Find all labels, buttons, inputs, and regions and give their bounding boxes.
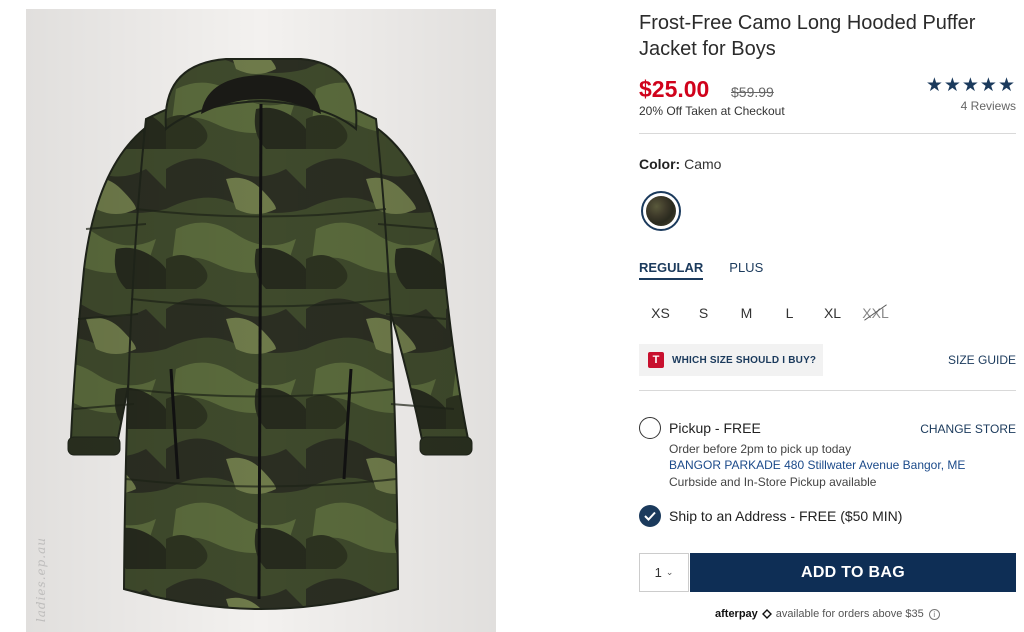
sale-price: $25.00	[639, 76, 710, 102]
curbside-note: Curbside and In-Store Pickup available	[669, 475, 877, 489]
color-value: Camo	[684, 156, 722, 172]
tab-regular[interactable]: REGULAR	[639, 260, 704, 280]
true-fit-logo-icon: T	[648, 352, 664, 368]
color-swatch-camo[interactable]	[641, 191, 681, 231]
which-size-button[interactable]: T WHICH SIZE SHOULD I BUY?	[639, 344, 823, 376]
size-option-xl[interactable]: XL	[811, 303, 854, 323]
product-title: Frost-Free Camo Long Hooded Puffer Jacke…	[639, 12, 976, 60]
watermark-text: ladies.ep.au	[34, 536, 48, 622]
size-option-xxl[interactable]: XXL	[854, 303, 897, 323]
pickup-note: Order before 2pm to pick up today	[669, 442, 852, 456]
ship-radio-selected[interactable]	[639, 505, 661, 527]
color-label: Color: Camo	[639, 156, 721, 172]
size-option-m[interactable]: M	[725, 303, 768, 323]
checkmark-icon	[644, 511, 656, 521]
pickup-radio[interactable]	[639, 417, 661, 439]
tab-plus[interactable]: PLUS	[729, 260, 763, 280]
afterpay-info: afterpay available for orders above $35 …	[715, 608, 940, 620]
info-icon[interactable]: i	[928, 608, 940, 620]
size-option-xs[interactable]: XS	[639, 303, 682, 323]
chevron-down-icon: ⌄	[665, 567, 674, 577]
reviews-link[interactable]: 4 Reviews	[926, 99, 1016, 113]
size-option-l[interactable]: L	[768, 303, 811, 323]
quantity-value: 1	[654, 565, 662, 580]
change-store-link[interactable]: CHANGE STORE	[920, 422, 1016, 436]
divider	[639, 390, 1016, 391]
which-size-label: WHICH SIZE SHOULD I BUY?	[672, 354, 817, 366]
afterpay-arrows-icon	[761, 609, 772, 619]
quantity-select[interactable]: 1 ⌄	[639, 553, 689, 592]
add-to-bag-button[interactable]: ADD TO BAG	[690, 553, 1016, 592]
afterpay-logo: afterpay	[715, 608, 758, 620]
afterpay-text: available for orders above $35	[775, 608, 924, 620]
rating[interactable]: ★★★★★ 4 Reviews	[925, 75, 1016, 114]
color-label-prefix: Color:	[639, 156, 681, 172]
divider	[639, 133, 1016, 134]
original-price: $59.99	[731, 84, 774, 100]
discount-note: 20% Off Taken at Checkout	[639, 104, 785, 118]
size-guide-link[interactable]: SIZE GUIDE	[948, 353, 1016, 367]
product-details: Frost-Free Camo Long Hooded Puffer Jacke…	[639, 10, 1016, 620]
camo-swatch-icon	[646, 196, 676, 226]
size-option-s[interactable]: S	[682, 303, 725, 323]
star-rating-icon: ★★★★★	[925, 75, 1016, 96]
fit-tabs: REGULAR PLUS	[639, 260, 763, 280]
price-row: $25.00 $59.99 20% Off Taken at Checkout …	[639, 76, 1016, 120]
pickup-label: Pickup - FREE	[669, 420, 761, 436]
size-selector: XS S M L XL XXL	[639, 303, 897, 323]
ship-label: Ship to an Address - FREE ($50 MIN)	[669, 508, 903, 524]
camo-jacket-illustration	[26, 9, 496, 632]
store-address-link[interactable]: BANGOR PARKADE 480 Stillwater Avenue Ban…	[669, 458, 965, 472]
product-image[interactable]: ladies.ep.au	[26, 9, 496, 632]
